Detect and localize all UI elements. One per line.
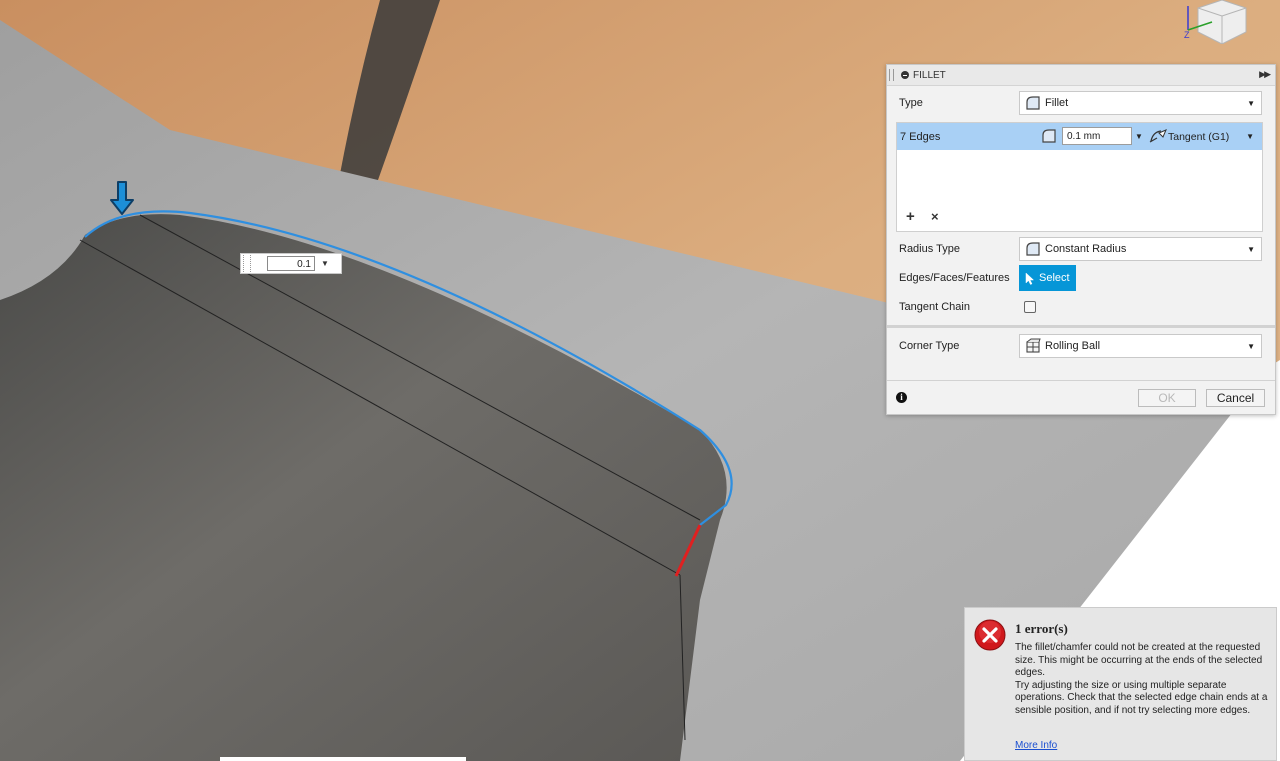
info-icon[interactable]: i xyxy=(896,392,907,403)
error-message: The fillet/chamfer could not be created … xyxy=(1015,642,1268,716)
error-title: 1 error(s) xyxy=(1015,621,1068,636)
corner-type-row: Corner Type Rolling Ball ▼ xyxy=(887,332,1275,360)
panel-header[interactable]: FILLET ▶▶ xyxy=(887,65,1275,86)
chevron-down-icon[interactable]: ▼ xyxy=(1246,132,1254,141)
cancel-button[interactable]: Cancel xyxy=(1206,389,1265,407)
add-icon[interactable]: + xyxy=(906,208,915,225)
canvas-radius-input[interactable]: 0.1 ▼ xyxy=(240,253,342,274)
radius-value[interactable]: 0.1 xyxy=(267,256,315,271)
drag-grip[interactable] xyxy=(243,255,251,272)
edge-set-row[interactable]: 7 Edges 0.1 mm ▼ Tangent (G1) ▼ xyxy=(897,123,1262,150)
ok-button[interactable]: OK xyxy=(1138,389,1196,407)
chevron-down-icon[interactable]: ▼ xyxy=(1247,342,1255,351)
tangent-chain-row: Tangent Chain xyxy=(887,293,1275,321)
chevron-down-icon[interactable]: ▼ xyxy=(1247,99,1255,108)
tangent-chain-checkbox[interactable] xyxy=(1024,301,1036,313)
chevron-down-icon[interactable]: ▼ xyxy=(321,259,329,268)
fillet-icon xyxy=(1026,96,1040,110)
expand-icon[interactable]: ▶▶ xyxy=(1259,69,1271,80)
continuity-value[interactable]: Tangent (G1) xyxy=(1168,131,1229,143)
svg-text:Z: Z xyxy=(1184,30,1190,40)
collapse-icon[interactable] xyxy=(901,71,909,79)
corner-type-dropdown[interactable]: Rolling Ball ▼ xyxy=(1019,334,1262,358)
edge-selection-list[interactable]: 7 Edges 0.1 mm ▼ Tangent (G1) ▼ + × xyxy=(896,122,1263,232)
chevron-down-icon[interactable]: ▼ xyxy=(1247,245,1255,254)
edge-count: 7 Edges xyxy=(900,130,941,143)
radius-type-value: Constant Radius xyxy=(1045,243,1127,255)
footer-divider xyxy=(887,380,1275,381)
drag-grip[interactable] xyxy=(889,69,894,81)
rolling-ball-icon xyxy=(1026,338,1041,353)
type-value: Fillet xyxy=(1045,97,1069,109)
select-button[interactable]: Select xyxy=(1019,265,1076,291)
type-label: Type xyxy=(899,97,923,109)
remove-icon[interactable]: × xyxy=(931,209,939,224)
panel-title: FILLET xyxy=(913,69,946,81)
corner-type-value: Rolling Ball xyxy=(1045,340,1101,352)
type-row: Type Fillet ▼ xyxy=(887,89,1275,117)
select-cursor-icon xyxy=(1025,271,1035,285)
type-dropdown[interactable]: Fillet ▼ xyxy=(1019,91,1262,115)
chevron-down-icon[interactable]: ▼ xyxy=(1135,132,1143,141)
selection-row: Edges/Faces/Features xyxy=(887,264,1275,292)
corner-type-label: Corner Type xyxy=(899,340,960,352)
error-popup: 1 error(s) The fillet/chamfer could not … xyxy=(964,607,1277,761)
divider xyxy=(887,325,1275,328)
error-icon xyxy=(974,619,1006,651)
radius-type-dropdown[interactable]: Constant Radius ▼ xyxy=(1019,237,1262,261)
radius-type-label: Radius Type xyxy=(899,243,960,255)
tangent-chain-label: Tangent Chain xyxy=(899,301,970,313)
fillet-dialog: FILLET ▶▶ Type Fillet ▼ 7 Edges 0.1 mm ▼ xyxy=(886,64,1276,415)
bottom-strip xyxy=(220,757,466,761)
tangent-icon xyxy=(1149,129,1167,143)
radius-field[interactable]: 0.1 mm xyxy=(1062,127,1132,145)
fillet-icon xyxy=(1026,242,1040,256)
viewcube-icon[interactable]: Z xyxy=(1178,0,1250,44)
fillet-icon xyxy=(1042,129,1056,143)
select-button-label: Select xyxy=(1039,272,1070,284)
more-info-link[interactable]: More Info xyxy=(1015,740,1057,751)
selection-label: Edges/Faces/Features xyxy=(899,272,1010,284)
radius-type-row: Radius Type Constant Radius ▼ xyxy=(887,235,1275,263)
pin-arrow-icon[interactable] xyxy=(108,180,138,218)
